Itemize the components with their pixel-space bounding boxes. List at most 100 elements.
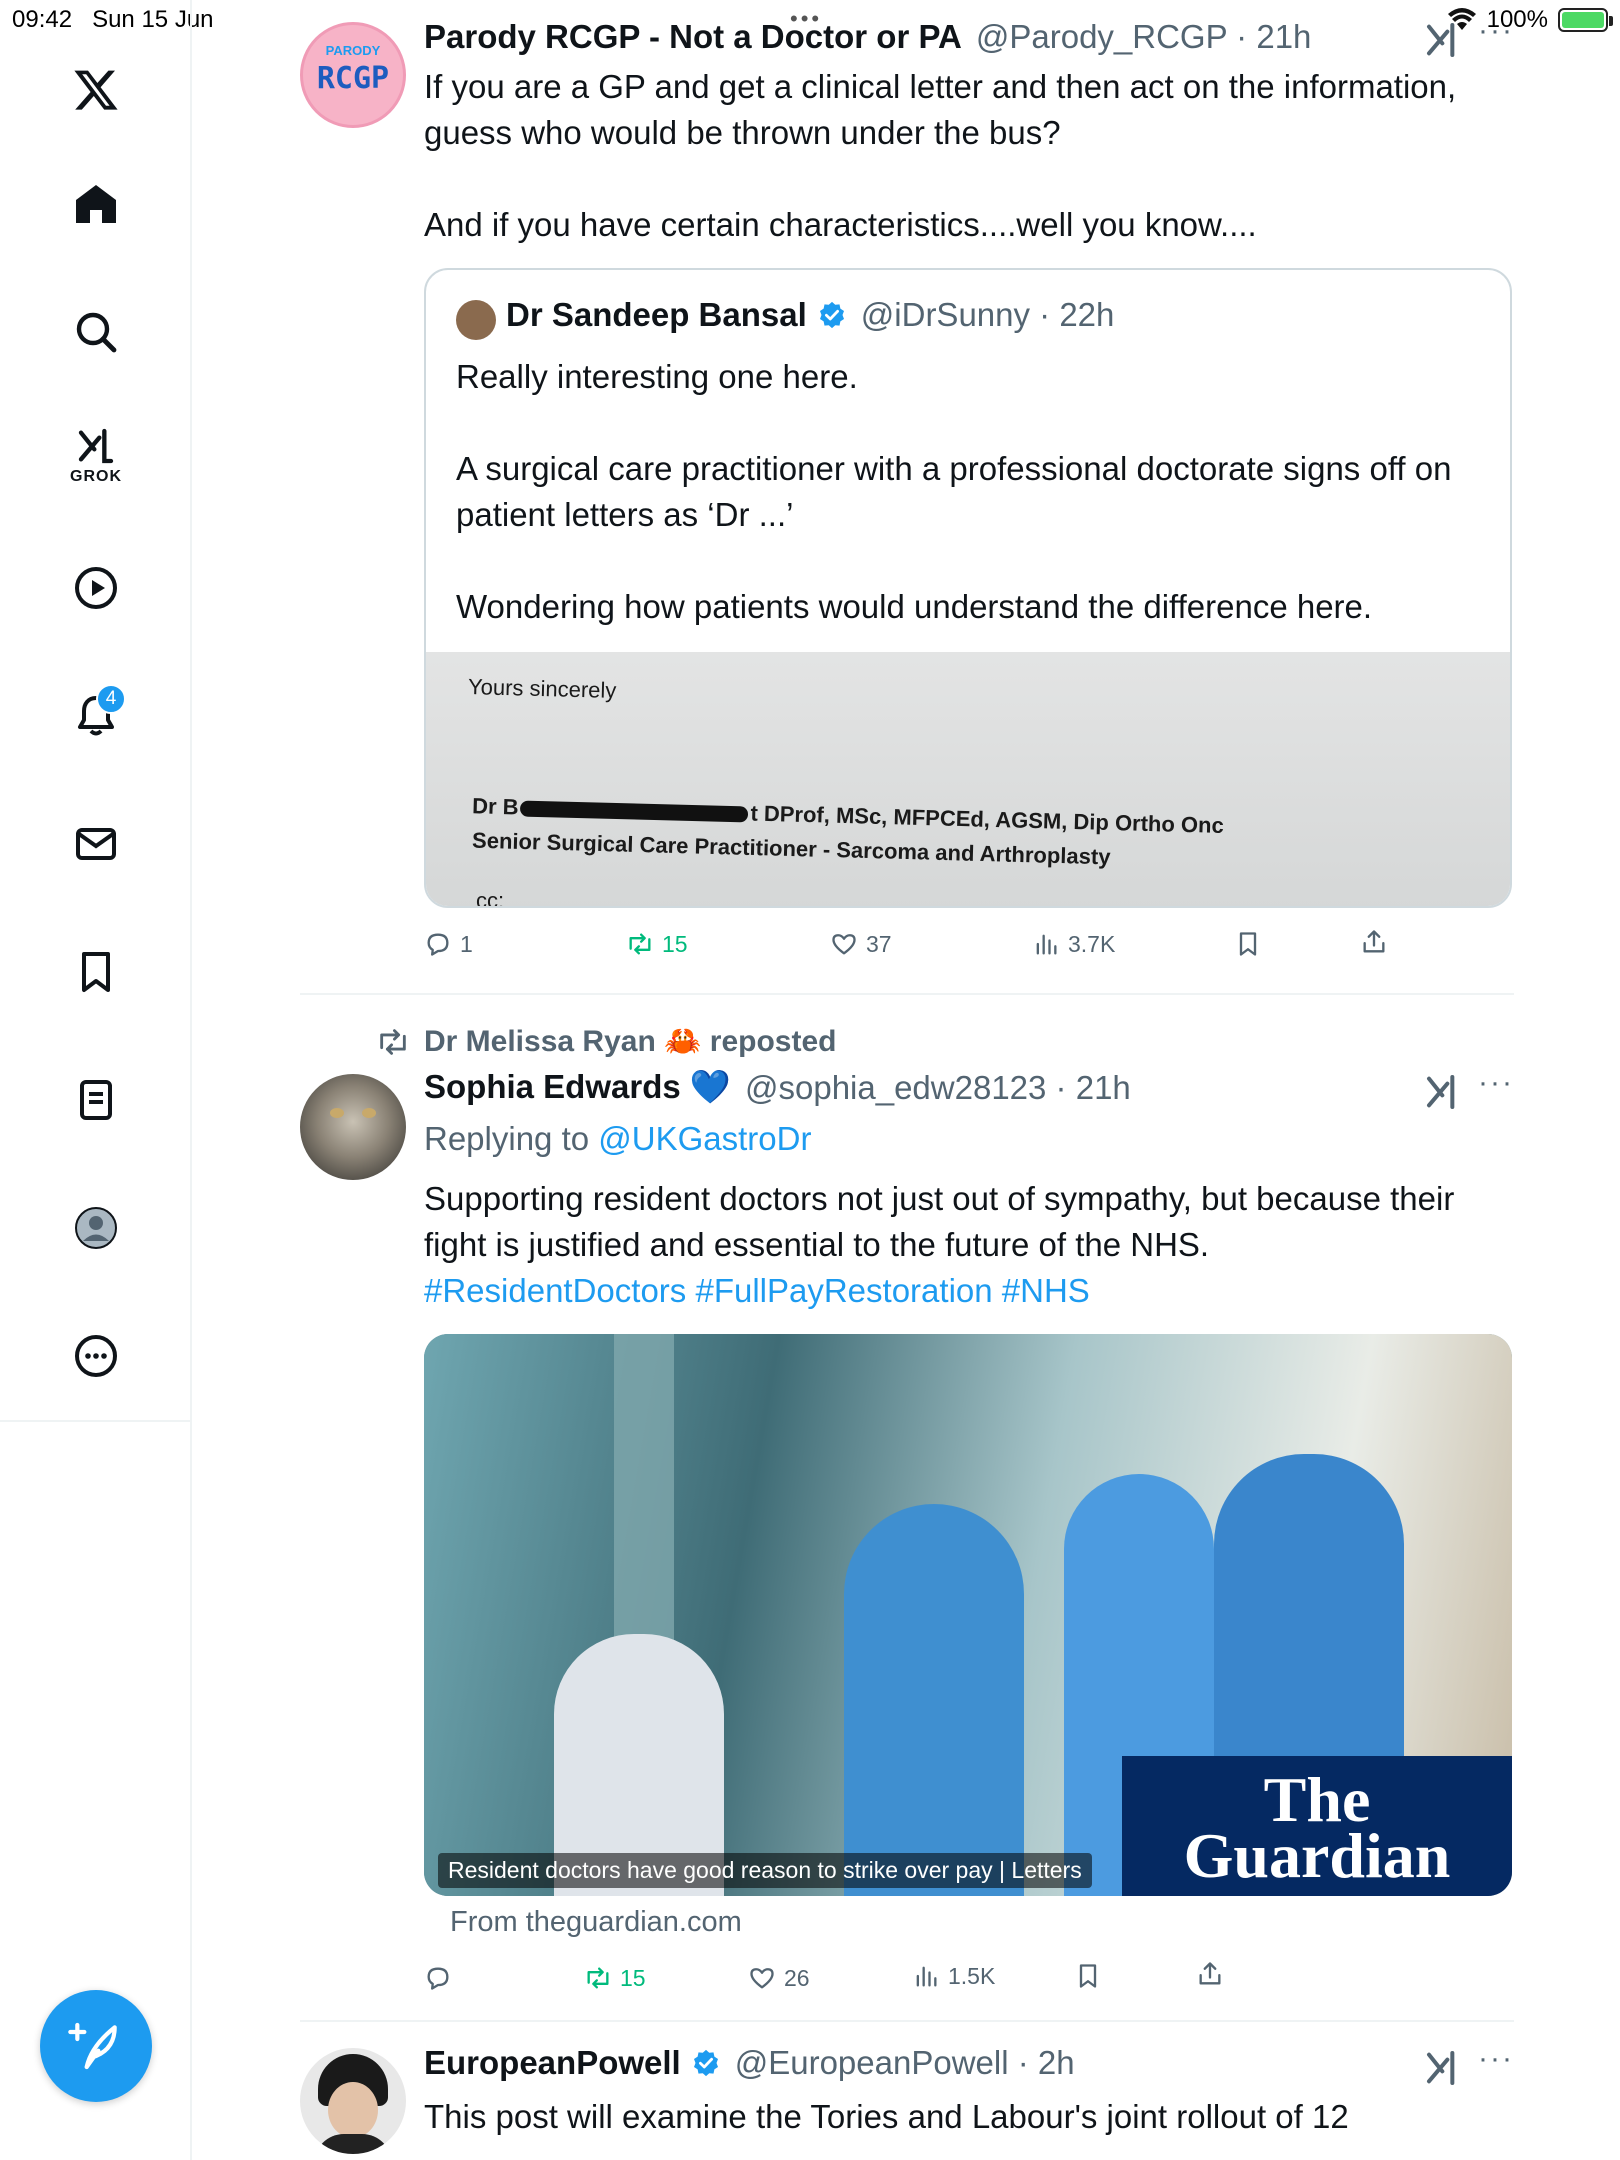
post2-author-name[interactable]: Sophia Edwards 💙 [424,1068,731,1107]
video-icon[interactable] [56,548,136,628]
post2-like-count: 26 [784,1964,810,1991]
heart-icon [832,934,856,955]
post1-repost-count: 15 [662,930,688,957]
post2-view-count: 1.5K [948,1962,996,1989]
post3-more-icon[interactable]: ··· [1478,2042,1514,2076]
post1-like-count: 37 [866,930,892,957]
post1-view-count: 3.7K [1068,930,1116,957]
post1-avatar-parody-text: PARODY [325,43,381,58]
post1-author-name[interactable]: Parody RCGP - Not a Doctor or PA [424,18,962,56]
post3-grok-icon[interactable] [1424,2048,1464,2088]
views-chart-icon [1036,934,1057,955]
card-caption: Resident doctors have good reason to str… [438,1853,1092,1888]
repost-context-icon [380,1028,406,1055]
reply-icon [427,933,449,956]
post1-text: If you are a GP and get a clinical lette… [424,68,1457,243]
post1-reply-button[interactable]: 1 [424,930,473,958]
post2-views-button[interactable]: 1.5K [912,1962,995,1990]
more-options-icon[interactable] [56,1316,136,1396]
bookmark-icon [1239,932,1257,956]
post3-header: EuropeanPowell @EuropeanPowell · 2h [424,2044,1075,2082]
post1-quote-card[interactable]: Dr Sandeep Bansal @iDrSunny · 22h Really… [424,268,1512,908]
avatar-face [328,2082,378,2138]
share-icon [1199,1962,1221,1985]
guardian-logo: The Guardian [1122,1756,1512,1896]
notifications-badge: 4 [96,684,126,714]
home-icon[interactable] [56,164,136,244]
post2-repost-count: 15 [620,1964,646,1991]
grok-label: GROK [70,468,122,485]
post2-replying-to-link[interactable]: @UKGastroDr [598,1120,811,1157]
letter-cc-line: cc: [476,888,505,908]
lists-icon[interactable] [56,1060,136,1140]
post2-bookmark-button[interactable] [1074,1962,1102,1990]
heart-icon [750,1968,774,1989]
repost-icon [629,933,651,955]
post1-like-button[interactable]: 37 [830,930,892,958]
post2-grok-icon[interactable] [1424,1072,1464,1112]
quote-text: Really interesting one here. A surgical … [456,358,1452,625]
post2-handle-time[interactable]: @sophia_edw28123 · 21h [745,1069,1131,1107]
x-logo-icon[interactable] [56,50,136,130]
letter-closing: Yours sincerely [467,674,617,703]
post-separator [300,993,1514,995]
views-chart-icon [916,1966,937,1987]
grok-icon[interactable]: GROK [56,416,136,496]
quote-header: Dr Sandeep Bansal @iDrSunny · 22h [506,296,1114,334]
bookmarks-icon[interactable] [56,932,136,1012]
reply-icon [427,1967,449,1990]
post2-link-card[interactable]: The Guardian Resident doctors have good r… [424,1334,1512,1896]
letter-title-line: Senior Surgical Care Practitioner - Sarc… [471,827,1111,870]
post1-handle-time[interactable]: @Parody_RCGP · 21h [976,18,1312,56]
redaction-mark [520,800,749,823]
cat-eye-left [330,1108,344,1118]
post2-avatar[interactable] [300,1074,406,1180]
quote-handle-time: @iDrSunny · 22h [860,296,1115,333]
post2-repost-context: Dr Melissa Ryan 🦀 reposted [376,1024,837,1059]
post2-share-button[interactable] [1196,1960,1224,1988]
post1-repost-button[interactable]: 15 [626,930,688,958]
post2-repost-button[interactable]: 15 [584,1964,646,1992]
notifications-icon[interactable]: 4 [56,676,136,756]
post3-handle-time[interactable]: @EuropeanPowell · 2h [735,2044,1075,2082]
post3-text: This post will examine the Tories and La… [424,2098,1349,2135]
battery-icon [1558,8,1613,32]
compose-post-button[interactable] [40,1990,152,2102]
post1-reply-count: 1 [460,930,473,957]
post2-like-button[interactable]: 26 [748,1964,810,1992]
post1-more-icon[interactable]: ··· [1478,14,1514,48]
feather-plus-icon [68,2022,117,2070]
post2-header: Sophia Edwards 💙 @sophia_edw28123 · 21h [424,1068,1131,1107]
post2-reply-button[interactable] [424,1964,452,1992]
post1-grok-icon[interactable] [1424,20,1464,60]
quote-avatar [456,300,496,340]
post1-avatar-rcgp-text: RCGP [316,61,390,96]
post1-share-button[interactable] [1360,928,1388,956]
post1-avatar[interactable]: PARODY RCGP [300,22,406,128]
post2-replying-line: Replying to @UKGastroDr [424,1120,812,1157]
search-icon[interactable] [56,292,136,372]
post2-reposted-by[interactable]: Dr Melissa Ryan 🦀 reposted [424,1024,837,1059]
repost-icon [587,1967,609,1989]
post2-more-icon[interactable]: ··· [1478,1066,1514,1100]
avatar-shirt [314,2134,392,2154]
post3-avatar[interactable] [300,2048,406,2154]
post2-text: Supporting resident doctors not just out… [424,1180,1455,1263]
verified-badge-icon [819,301,844,329]
profile-avatar-icon[interactable] [56,1188,136,1268]
post3-author-name[interactable]: EuropeanPowell [424,2044,681,2082]
post1-views-button[interactable]: 3.7K [1032,930,1115,958]
post2-hashtags[interactable]: #ResidentDoctors #FullPayRestoration #NH… [424,1268,1524,1314]
card-source[interactable]: From theguardian.com [450,1906,742,1939]
share-icon [1363,930,1385,953]
cat-eye-right [362,1108,376,1118]
bookmark-icon [1079,1964,1097,1988]
post1-bookmark-button[interactable] [1234,930,1262,958]
quote-author-name: Dr Sandeep Bansal [506,296,807,333]
sidebar-divider [0,1420,192,1422]
letter-image[interactable]: Yours sincerely Dr Bt DProf, MSc, MFPCEd… [426,652,1510,908]
status-right: 100% [1447,6,1613,34]
messages-icon[interactable] [56,804,136,884]
sidebar: GROK 4 [0,0,192,2160]
verified-badge-icon [693,2049,718,2077]
